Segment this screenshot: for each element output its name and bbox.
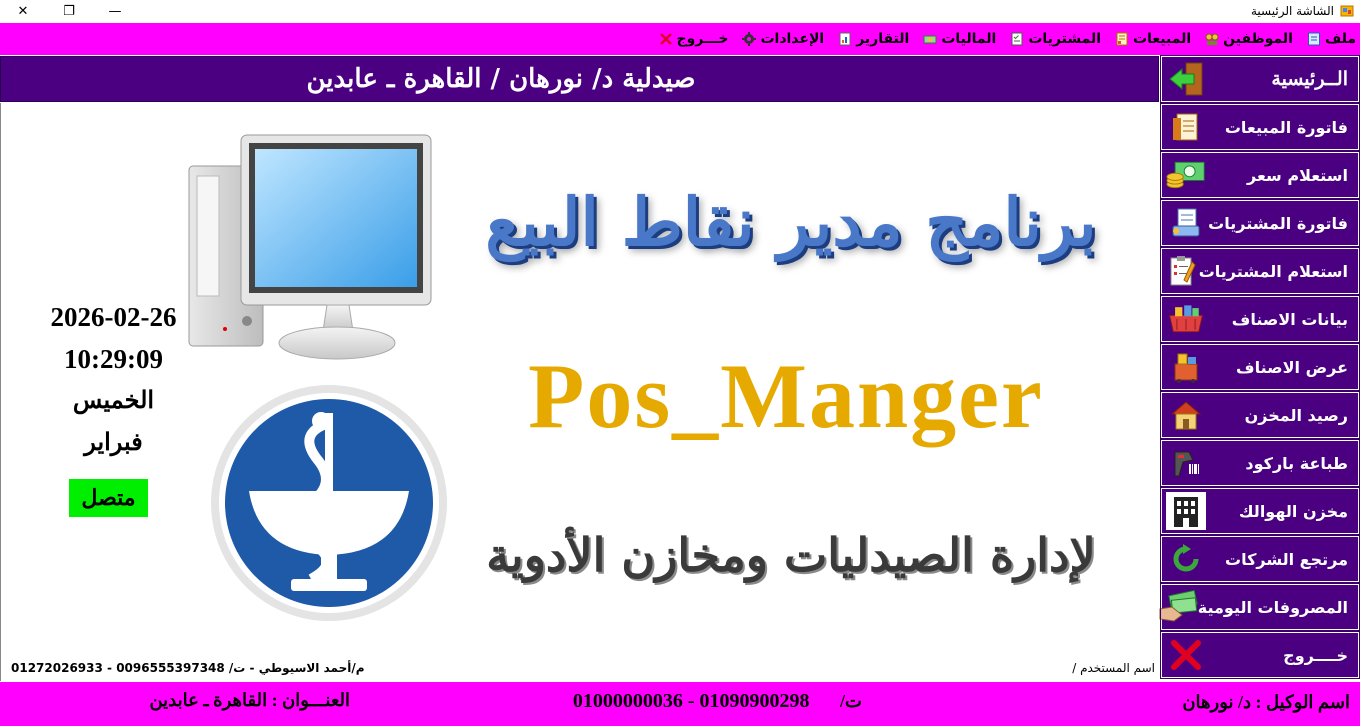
sidebar-item-label: بيانات الاصناف: [1231, 309, 1348, 329]
sidebar-item-exit[interactable]: خــــروج: [1160, 631, 1360, 679]
sidebar-item-items-data[interactable]: بيانات الاصناف: [1160, 295, 1360, 343]
pharmacy-name: صيدلية د/ نورهان / القاهرة ـ عابدين: [306, 64, 696, 94]
sidebar-item-label: المصروفات اليومية: [1197, 597, 1348, 617]
sidebar-item-items-view[interactable]: عرض الاصناف: [1160, 343, 1360, 391]
sidebar-item-company-returns[interactable]: مرتجع الشركات: [1160, 535, 1360, 583]
items-data-icon: [1166, 301, 1206, 337]
sidebar-item-barcode-print[interactable]: طباعة باركود: [1160, 439, 1360, 487]
phone-label: ت/: [840, 691, 862, 711]
current-time: 10:29:09: [64, 344, 163, 374]
app-icon: [1340, 5, 1354, 17]
employees-icon: [1205, 32, 1219, 46]
sales-icon: [1115, 32, 1129, 46]
sidebar-item-damaged-store[interactable]: مخزن الهوالك: [1160, 487, 1360, 535]
sidebar-item-label: مخزن الهوالك: [1238, 501, 1348, 521]
menu-finance[interactable]: الماليات: [923, 31, 996, 47]
close-icon: ✕: [17, 4, 29, 19]
title-bar: ✕ ❐ — الشاشة الرئيسية: [0, 0, 1360, 23]
agent-phone: ت/ 01000000036 - 01090900298: [573, 690, 862, 713]
menu-employees-label: الموظفين: [1223, 31, 1293, 47]
phone-numbers: 01000000036 - 01090900298: [572, 690, 810, 712]
home-arrow-icon: [1166, 61, 1206, 97]
purchases-icon: [1010, 32, 1024, 46]
agent-name: اسم الوكيل : د/ نورهان: [1182, 692, 1350, 712]
clock-panel: 2026-02-26 10:29:09 الخميس فبراير: [21, 296, 206, 464]
menu-purchases[interactable]: المشتريات: [1010, 31, 1101, 47]
file-icon: [1307, 32, 1321, 46]
program-subtitle: لإدارة الصيدليات ومخازن الأدوية: [486, 528, 1096, 582]
sidebar-item-label: فاتورة المشتريات: [1208, 213, 1348, 233]
menu-exit[interactable]: خـــروج: [659, 31, 729, 47]
reports-icon: [838, 32, 852, 46]
program-title-arabic: برنامج مدير نقاط البيع: [485, 183, 1097, 261]
minimize-icon: —: [108, 4, 122, 19]
window-title: الشاشة الرئيسية: [1251, 4, 1334, 18]
sidebar: الــرئيسية فاتورة المبيعات استعلام سعر ف…: [1158, 55, 1360, 681]
sidebar-item-sales-invoice[interactable]: فاتورة المبيعات: [1160, 103, 1360, 151]
developer-credit: م/أحمد الاسيوطي - ت/ 0096555397348 - 012…: [11, 661, 365, 675]
menu-exit-label: خـــروج: [676, 31, 729, 47]
sidebar-item-label: استعلام سعر: [1247, 165, 1348, 185]
exit-x-icon: [1166, 637, 1206, 673]
company-returns-icon: [1166, 541, 1206, 577]
window-maximize-button[interactable]: ❐: [46, 0, 92, 23]
daily-expenses-icon: [1158, 589, 1198, 625]
settings-icon: [742, 32, 757, 46]
items-view-icon: [1166, 349, 1206, 385]
sidebar-item-label: عرض الاصناف: [1236, 357, 1348, 377]
sidebar-item-home[interactable]: الــرئيسية: [1160, 55, 1360, 103]
menu-sales[interactable]: المبيعات: [1115, 31, 1191, 47]
damaged-store-icon: [1166, 492, 1206, 530]
sidebar-item-purchase-invoice[interactable]: فاتورة المشتريات: [1160, 199, 1360, 247]
menu-finance-label: الماليات: [941, 31, 997, 47]
sidebar-item-label: خــــروج: [1283, 645, 1348, 665]
menu-sales-label: المبيعات: [1133, 31, 1192, 47]
main-panel: برنامج مدير نقاط البيع Pos_Manger لإدارة…: [0, 103, 1159, 681]
sidebar-item-label: مرتجع الشركات: [1224, 549, 1348, 569]
pharmacy-logo-icon: [211, 385, 447, 621]
connection-status-badge: متصل: [69, 479, 148, 517]
menu-reports[interactable]: التقارير: [838, 31, 909, 47]
menu-bar: ملف الموظفين المبيعات المشتريات الماليات…: [0, 23, 1360, 55]
exit-icon: [659, 32, 673, 46]
menu-file[interactable]: ملف: [1307, 31, 1356, 47]
menu-settings[interactable]: الإعدادات: [742, 31, 824, 47]
sidebar-item-label: طباعة باركود: [1245, 453, 1348, 473]
sidebar-item-label: استعلام المشتريات: [1198, 261, 1348, 281]
menu-reports-label: التقارير: [856, 31, 910, 47]
footer-bar: اسم الوكيل : د/ نورهان ت/ 01000000036 - …: [0, 682, 1360, 726]
agent-address: العنـــوان : القاهرة ـ عابدين: [149, 690, 350, 710]
sidebar-item-label: فاتورة المبيعات: [1224, 117, 1348, 137]
purchase-invoice-icon: [1166, 205, 1206, 241]
sidebar-item-label: الــرئيسية: [1271, 68, 1348, 90]
sidebar-item-label: رصيد المخزن: [1244, 405, 1348, 425]
finance-icon: [923, 32, 937, 46]
price-query-icon: [1166, 157, 1206, 193]
current-date: 2026-02-26: [50, 302, 177, 332]
menu-settings-label: الإعدادات: [760, 31, 825, 47]
store-balance-icon: [1166, 397, 1206, 433]
current-month: فبراير: [84, 430, 143, 456]
current-day: الخميس: [72, 388, 155, 414]
sidebar-item-store-balance[interactable]: رصيد المخزن: [1160, 391, 1360, 439]
pharmacy-header: صيدلية د/ نورهان / القاهرة ـ عابدين: [0, 56, 1159, 102]
program-title-english: Pos_Manger: [528, 345, 1044, 447]
sidebar-item-price-query[interactable]: استعلام سعر: [1160, 151, 1360, 199]
barcode-print-icon: [1166, 445, 1206, 481]
sidebar-item-daily-expenses[interactable]: المصروفات اليومية: [1158, 583, 1360, 631]
menu-file-label: ملف: [1324, 31, 1356, 47]
sidebar-item-purchase-query[interactable]: استعلام المشتريات: [1160, 247, 1360, 295]
maximize-icon: ❐: [63, 4, 75, 19]
purchase-query-icon: [1165, 253, 1199, 289]
menu-purchases-label: المشتريات: [1028, 31, 1102, 47]
window-close-button[interactable]: ✕: [0, 0, 46, 23]
window-minimize-button[interactable]: —: [92, 0, 138, 23]
menu-employees[interactable]: الموظفين: [1205, 31, 1293, 47]
sales-invoice-icon: [1166, 109, 1206, 145]
computer-illustration-icon: [188, 134, 432, 360]
user-name-label: اسم المستخدم /: [1072, 661, 1155, 675]
